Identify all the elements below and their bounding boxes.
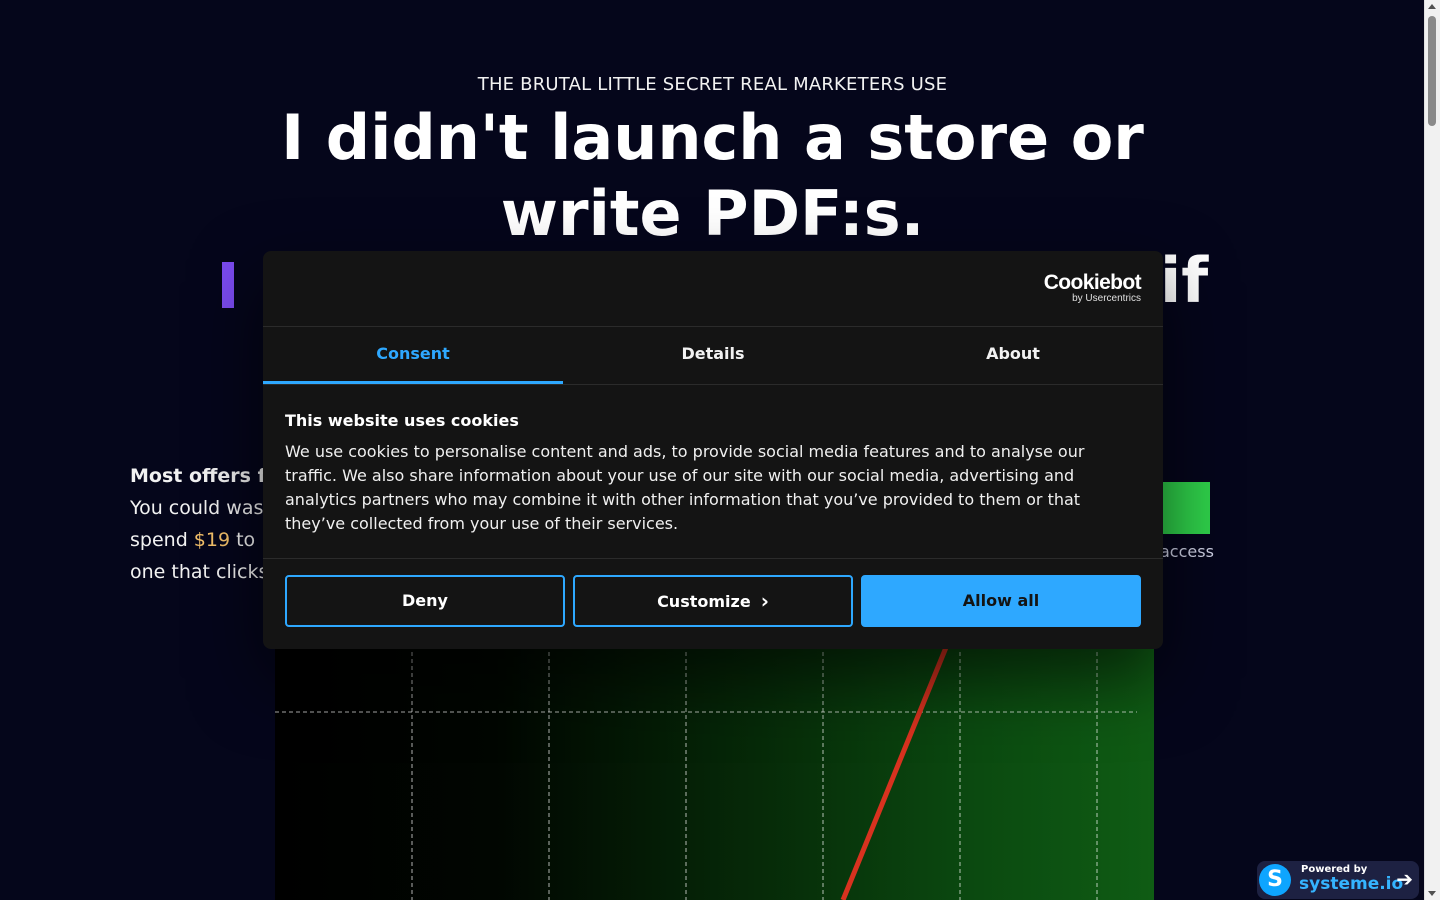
price-highlight: $19 bbox=[193, 529, 231, 551]
cookie-actions: Deny Customize › Allow all bbox=[263, 559, 1163, 643]
deny-label: Deny bbox=[402, 591, 448, 610]
scrollbar-thumb[interactable] bbox=[1428, 16, 1436, 126]
tab-details[interactable]: Details bbox=[563, 327, 863, 384]
cookie-dialog-header: Cookiebot by Usercentrics bbox=[263, 251, 1163, 327]
brand-byline: by Usercentrics bbox=[1072, 293, 1141, 304]
subheadline-fragment: if bbox=[1160, 244, 1209, 317]
offer-copy-text: spend bbox=[130, 529, 194, 551]
page: THE BRUTAL LITTLE SECRET REAL MARKETERS … bbox=[0, 0, 1440, 900]
deny-button[interactable]: Deny bbox=[285, 575, 565, 627]
offer-copy-line: spend $19 to bbox=[130, 524, 268, 556]
arrow-right-icon: ➔ bbox=[1396, 867, 1413, 891]
powered-by-badge[interactable]: S Powered by systeme.io ➔ bbox=[1257, 861, 1419, 899]
cookie-tabs: Consent Details About bbox=[263, 327, 1163, 385]
offer-copy: Most offers f You could was spend $19 to… bbox=[130, 460, 268, 588]
chevron-right-icon: › bbox=[760, 589, 769, 613]
hero-headline: I didn't launch a store or write PDF:s. bbox=[0, 100, 1425, 252]
allow-all-label: Allow all bbox=[962, 591, 1040, 610]
customize-button[interactable]: Customize › bbox=[573, 575, 853, 627]
highlight-bar bbox=[222, 262, 234, 308]
offer-copy-text: to bbox=[230, 529, 256, 551]
hero-eyebrow: THE BRUTAL LITTLE SECRET REAL MARKETERS … bbox=[477, 74, 948, 95]
allow-all-button[interactable]: Allow all bbox=[861, 575, 1141, 627]
offer-copy-line: one that clicks bbox=[130, 561, 269, 583]
vertical-scrollbar[interactable] bbox=[1424, 0, 1440, 900]
cookie-consent-dialog: Cookiebot by Usercentrics Consent Detail… bbox=[263, 251, 1163, 649]
headline-line-2: write PDF:s. bbox=[500, 177, 925, 250]
headline-line-1: I didn't launch a store or bbox=[281, 101, 1144, 174]
scroll-up-icon[interactable] bbox=[1428, 4, 1436, 9]
scroll-down-icon[interactable] bbox=[1428, 891, 1436, 896]
tab-about[interactable]: About bbox=[863, 327, 1163, 384]
brand-name: Cookiebot bbox=[1043, 271, 1142, 294]
offer-copy-heading: Most offers f bbox=[130, 465, 266, 487]
cookie-title: This website uses cookies bbox=[285, 411, 519, 430]
cookiebot-logo: Cookiebot by Usercentrics bbox=[1043, 271, 1142, 305]
video-chart-graphic bbox=[275, 645, 1137, 900]
offer-copy-line: You could was bbox=[130, 497, 264, 519]
customize-label: Customize bbox=[657, 592, 751, 611]
cookie-description: We use cookies to personalise content an… bbox=[285, 442, 1085, 533]
systeme-logo-icon: S bbox=[1259, 864, 1291, 896]
access-text: access bbox=[1160, 542, 1214, 561]
cookie-dialog-body: This website uses cookies We use cookies… bbox=[263, 385, 1163, 559]
systeme-brand: systeme.io bbox=[1299, 874, 1404, 894]
tab-consent[interactable]: Consent bbox=[263, 327, 563, 384]
video-preview[interactable] bbox=[275, 645, 1154, 900]
